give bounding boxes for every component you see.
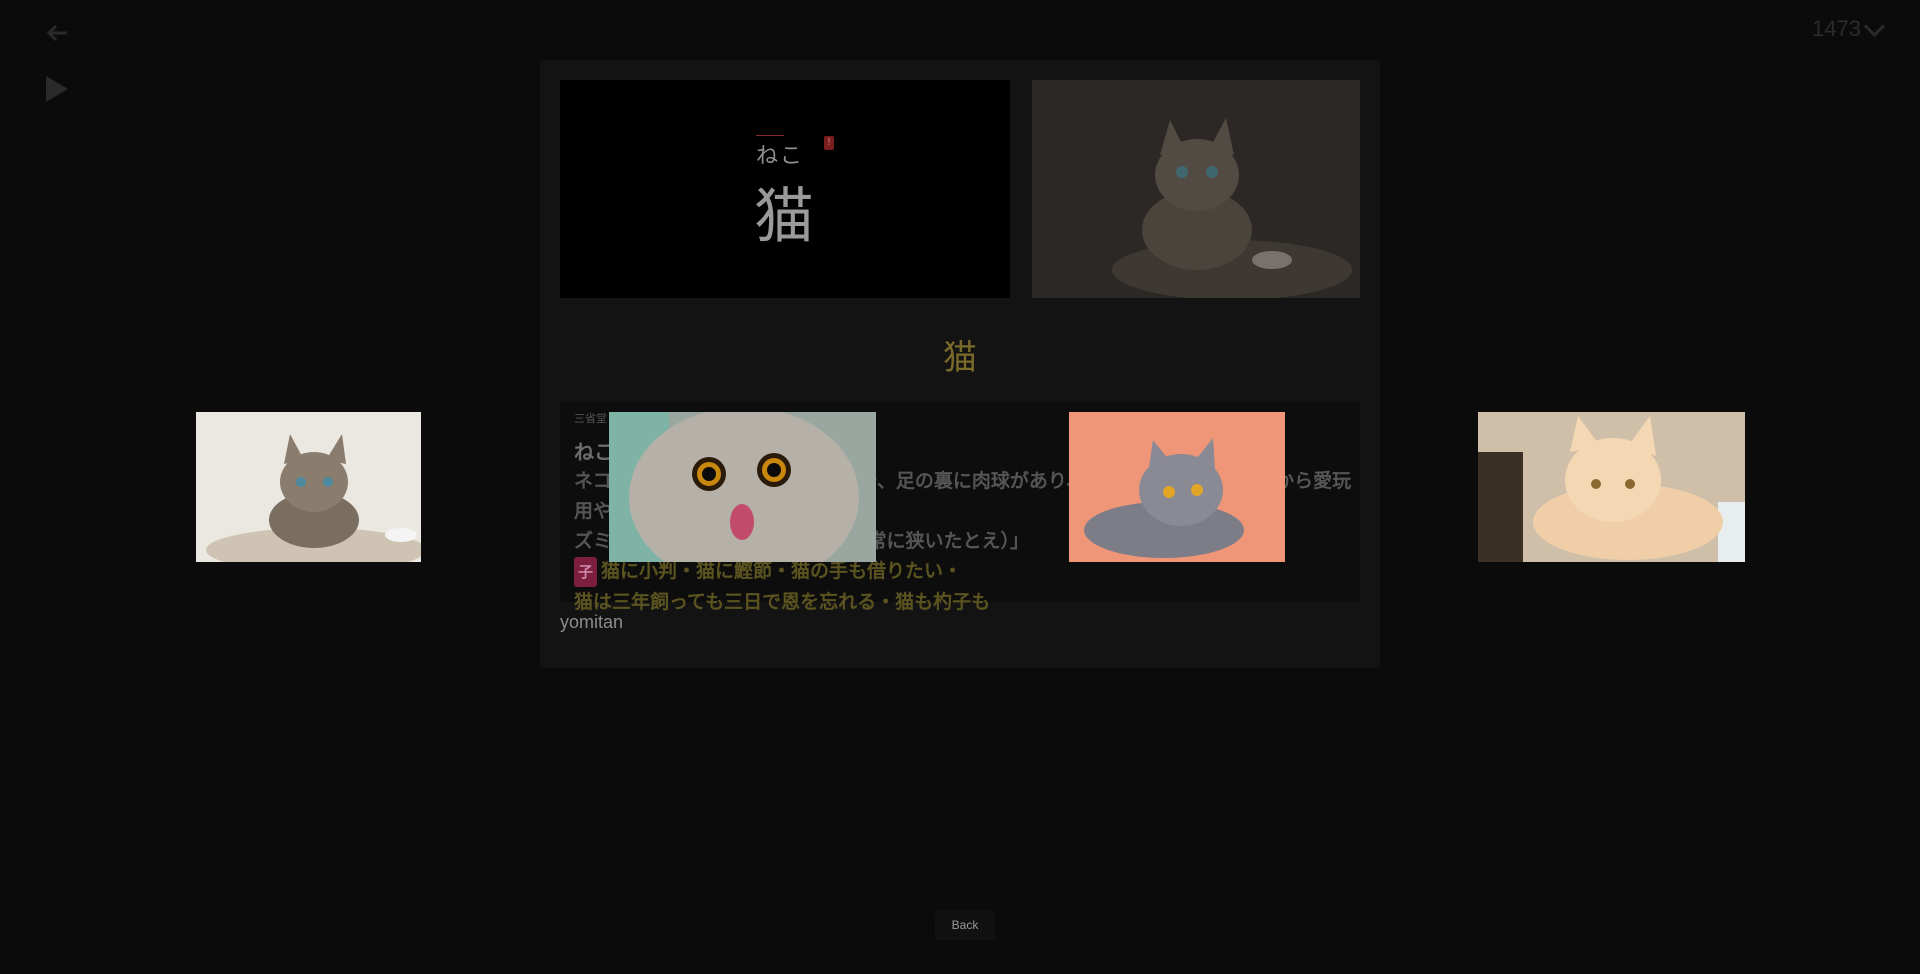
card-count: 1473	[1812, 16, 1861, 41]
tag-badge: 子	[574, 557, 598, 587]
back-button[interactable]: Back	[935, 910, 995, 940]
kitten-image	[1032, 80, 1360, 298]
pitch-badge: !	[824, 136, 834, 150]
expression: 猫	[754, 182, 814, 252]
card-picture	[1032, 80, 1360, 298]
cat-licking-photo	[609, 412, 876, 562]
phrases-line: 猫は三年飼っても三日で恩を忘れる・猫も杓子も	[574, 591, 991, 613]
reading-text: ねこ	[756, 144, 805, 169]
card-counter-dropdown[interactable]: 1473	[1812, 15, 1886, 42]
play-icon[interactable]	[46, 76, 68, 102]
dictionary-name: 三省堂	[574, 412, 607, 425]
image-thumbnail[interactable]	[609, 412, 876, 562]
image-thumbnail[interactable]	[1478, 412, 1745, 562]
source-tag: yomitan	[560, 612, 624, 632]
card-front: ねこ ! 猫	[560, 80, 1010, 298]
phrases-text: 猫に小判・猫に鰹節・猫の手も借りたい・	[601, 560, 963, 582]
gray-cat-photo	[1069, 412, 1285, 562]
flashcard: ねこ ! 猫 猫 三省堂 ねこ ネコ科の哺乳類。性質はしなやかで、足の裏に肉球が…	[540, 60, 1380, 668]
pitch-accent-line	[756, 135, 784, 136]
entry-head: ねこ	[574, 440, 614, 464]
image-thumbnail[interactable]	[196, 412, 421, 562]
reading-furigana: ねこ	[756, 135, 805, 170]
orange-cat-photo	[1478, 412, 1745, 562]
chevron-down-icon	[1863, 15, 1886, 37]
image-thumbnail[interactable]	[1069, 412, 1285, 562]
kitten-photo	[196, 412, 421, 562]
undo-icon[interactable]	[46, 22, 70, 46]
headword: 猫	[943, 338, 977, 378]
